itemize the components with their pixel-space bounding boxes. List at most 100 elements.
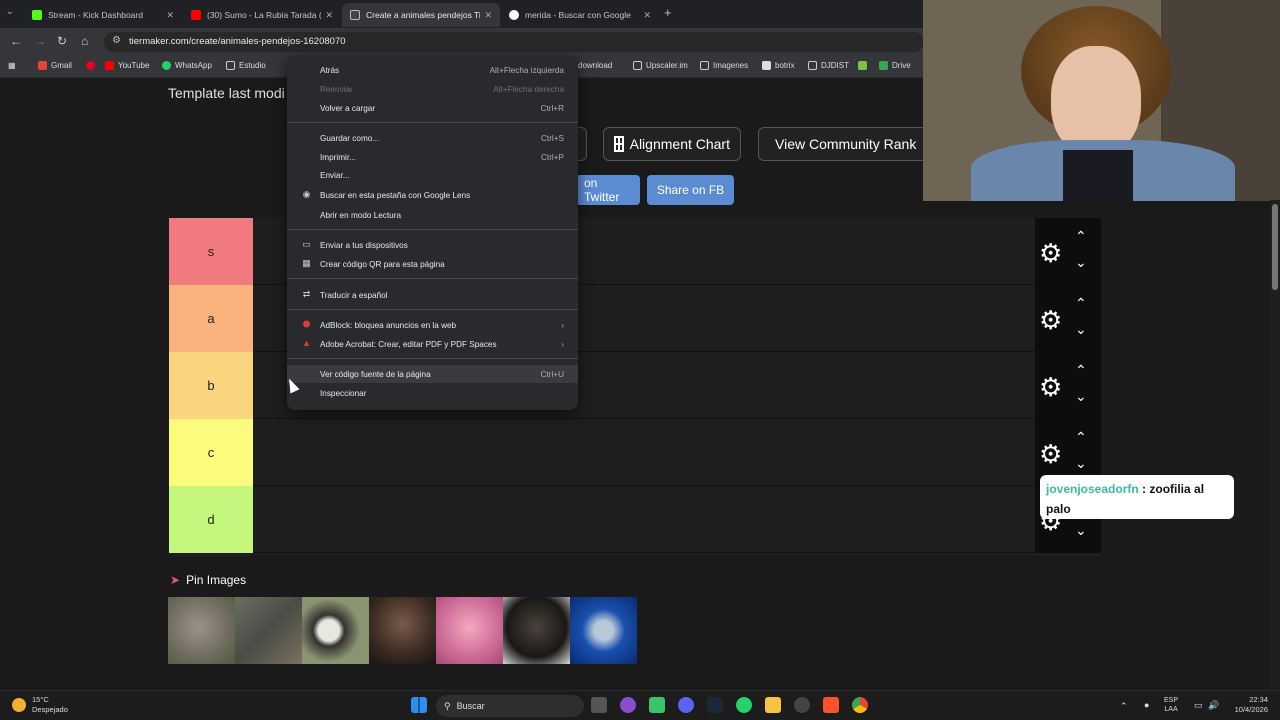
- menu-item-reading-mode[interactable]: Abrir en modo Lectura: [287, 206, 578, 224]
- fish-image[interactable]: [570, 597, 637, 664]
- menu-item-adblock[interactable]: ⬣ AdBlock: bloquea anuncios en la web ›: [287, 316, 578, 334]
- gear-icon[interactable]: ⚙: [1039, 439, 1062, 470]
- tier-label[interactable]: s: [169, 218, 253, 285]
- bookmark-imagenes[interactable]: Imagenes: [700, 61, 748, 70]
- menu-item-qr[interactable]: ▦ Crear código QR para esta página: [287, 255, 578, 273]
- tab-list-icon[interactable]: ⌄: [6, 6, 14, 17]
- apps-icon[interactable]: ▦: [8, 61, 16, 70]
- chevron-up-icon[interactable]: ⌃: [1120, 701, 1128, 712]
- chevron-up-icon[interactable]: ⌃: [1075, 362, 1087, 379]
- network-icon[interactable]: ▭: [1194, 700, 1203, 711]
- axolotl-image[interactable]: [436, 597, 503, 664]
- tapir-image[interactable]: [369, 597, 436, 664]
- community-rank-button[interactable]: View Community Rank: [758, 127, 924, 161]
- tab-kick[interactable]: Stream - Kick Dashboard ✕: [24, 3, 182, 27]
- bookmark-download[interactable]: download: [578, 61, 612, 70]
- address-bar[interactable]: ⚙ tiermaker.com/create/animales-pendejos…: [104, 32, 924, 52]
- clock[interactable]: 22:34 10/4/2026: [1228, 695, 1268, 715]
- steam-icon[interactable]: [707, 697, 723, 713]
- close-icon[interactable]: ✕: [325, 10, 333, 21]
- menu-item-send[interactable]: Enviar...: [287, 166, 578, 184]
- share-twitter-button[interactable]: on Twitter: [576, 175, 640, 205]
- gear-icon[interactable]: ⚙: [1039, 238, 1062, 269]
- tier-label[interactable]: a: [169, 285, 253, 352]
- chevron-down-icon[interactable]: ⌄: [1075, 321, 1087, 338]
- tier-label[interactable]: b: [169, 352, 253, 419]
- reload-icon[interactable]: ↻: [57, 34, 67, 48]
- bonobo-image[interactable]: [503, 597, 570, 664]
- koala-image[interactable]: [168, 597, 235, 664]
- bookmark-upscaler[interactable]: Upscaler.im: [633, 61, 688, 70]
- home-icon[interactable]: ⌂: [81, 34, 88, 48]
- tier-label[interactable]: c: [169, 419, 253, 486]
- mic-icon[interactable]: ●: [1144, 700, 1149, 710]
- gear-icon[interactable]: ⚙: [1039, 372, 1062, 403]
- close-icon[interactable]: ✕: [484, 10, 492, 21]
- bookmark-whatsapp[interactable]: WhatsApp: [162, 61, 212, 70]
- menu-item-save-as[interactable]: Guardar como... Ctrl+S: [287, 129, 578, 147]
- forward-icon[interactable]: →: [34, 34, 46, 48]
- menu-item-print[interactable]: Imprimir... Ctrl+P: [287, 148, 578, 166]
- file-explorer-icon[interactable]: [765, 697, 781, 713]
- chevron-down-icon[interactable]: ⌄: [1075, 388, 1087, 405]
- app-icon[interactable]: [620, 697, 636, 713]
- botrix-icon: [762, 61, 771, 70]
- whatsapp-icon[interactable]: [736, 697, 752, 713]
- tier-label-text: d: [207, 512, 215, 527]
- menu-item-label: AdBlock: bloquea anuncios en la web: [320, 321, 457, 330]
- close-icon[interactable]: ✕: [643, 10, 651, 21]
- tier-label[interactable]: d: [169, 486, 253, 553]
- bookmark-d[interactable]: [858, 61, 871, 70]
- menu-item-acrobat[interactable]: ▲ Adobe Acrobat: Crear, editar PDF y PDF …: [287, 335, 578, 353]
- menu-item-reload[interactable]: Volver a cargar Ctrl+R: [287, 99, 578, 117]
- tab-youtube[interactable]: (30) Sumo - La Rubia Tarada (O ✕: [183, 3, 341, 27]
- language-indicator[interactable]: ESP LAA: [1164, 696, 1178, 714]
- menu-item-inspect[interactable]: Inspeccionar: [287, 384, 578, 402]
- bookmark-drive[interactable]: Drive: [879, 61, 911, 70]
- bookmark-botrix[interactable]: botrix: [762, 61, 795, 70]
- pin-icon: ➤: [170, 573, 181, 587]
- bookmark-estudio[interactable]: Estudio: [226, 61, 266, 70]
- share-fb-button[interactable]: Share on FB: [647, 175, 734, 205]
- panda-image[interactable]: [302, 597, 369, 664]
- tab-google[interactable]: merida - Buscar con Google ✕: [501, 3, 659, 27]
- menu-item-translate[interactable]: ⇄ Traducir a español: [287, 286, 578, 304]
- menu-item-google-lens[interactable]: ◉ Buscar en esta pestaña con Google Lens: [287, 186, 578, 204]
- menu-item-view-source[interactable]: Ver código fuente de la página Ctrl+U: [287, 365, 578, 383]
- back-icon[interactable]: ←: [10, 34, 22, 48]
- close-icon[interactable]: ✕: [166, 10, 174, 21]
- scrollbar-thumb[interactable]: [1272, 204, 1278, 290]
- volume-icon[interactable]: 🔊: [1208, 700, 1219, 711]
- windows-start-icon[interactable]: [411, 697, 427, 713]
- alignment-chart-button[interactable]: Alignment Chart: [603, 127, 741, 161]
- chrome-icon[interactable]: [852, 697, 868, 713]
- task-view-icon[interactable]: [591, 697, 607, 713]
- site-info-icon[interactable]: ⚙: [112, 35, 121, 46]
- chevron-up-icon[interactable]: ⌃: [1075, 429, 1087, 446]
- weather-widget[interactable]: 15°C Despejado: [12, 695, 68, 715]
- new-tab-button[interactable]: +: [664, 5, 672, 20]
- discord-icon[interactable]: [678, 697, 694, 713]
- chevron-up-icon[interactable]: ⌃: [1075, 228, 1087, 245]
- brave-icon[interactable]: [823, 697, 839, 713]
- menu-item-back[interactable]: Atrás Alt+Flecha izquierda: [287, 61, 578, 79]
- notes-icon[interactable]: [649, 697, 665, 713]
- search-icon: ⚲: [444, 700, 451, 711]
- gear-icon[interactable]: ⚙: [1039, 305, 1062, 336]
- obs-icon[interactable]: [794, 697, 810, 713]
- taskbar-search[interactable]: ⚲ Buscar: [436, 695, 584, 717]
- chevron-down-icon[interactable]: ⌄: [1075, 455, 1087, 472]
- chevron-down-icon[interactable]: ⌄: [1075, 522, 1087, 539]
- chevron-down-icon[interactable]: ⌄: [1075, 254, 1087, 271]
- bookmark-djdist[interactable]: DJDIST: [808, 61, 849, 70]
- chevron-up-icon[interactable]: ⌃: [1075, 295, 1087, 312]
- bookmark-youtube[interactable]: YouTube: [105, 61, 149, 70]
- folder-icon: [226, 61, 235, 70]
- page-scrollbar[interactable]: [1270, 200, 1280, 690]
- menu-item-send-devices[interactable]: ▭ Enviar a tus dispositivos: [287, 236, 578, 254]
- menu-item-shortcut: Ctrl+R: [540, 104, 564, 113]
- crocodile-image[interactable]: [235, 597, 302, 664]
- tab-tiermaker[interactable]: Create a animales pendejos Ti ✕: [342, 3, 500, 27]
- bookmark-gmail[interactable]: Gmail: [38, 61, 72, 70]
- bookmark-pinterest[interactable]: [86, 61, 99, 70]
